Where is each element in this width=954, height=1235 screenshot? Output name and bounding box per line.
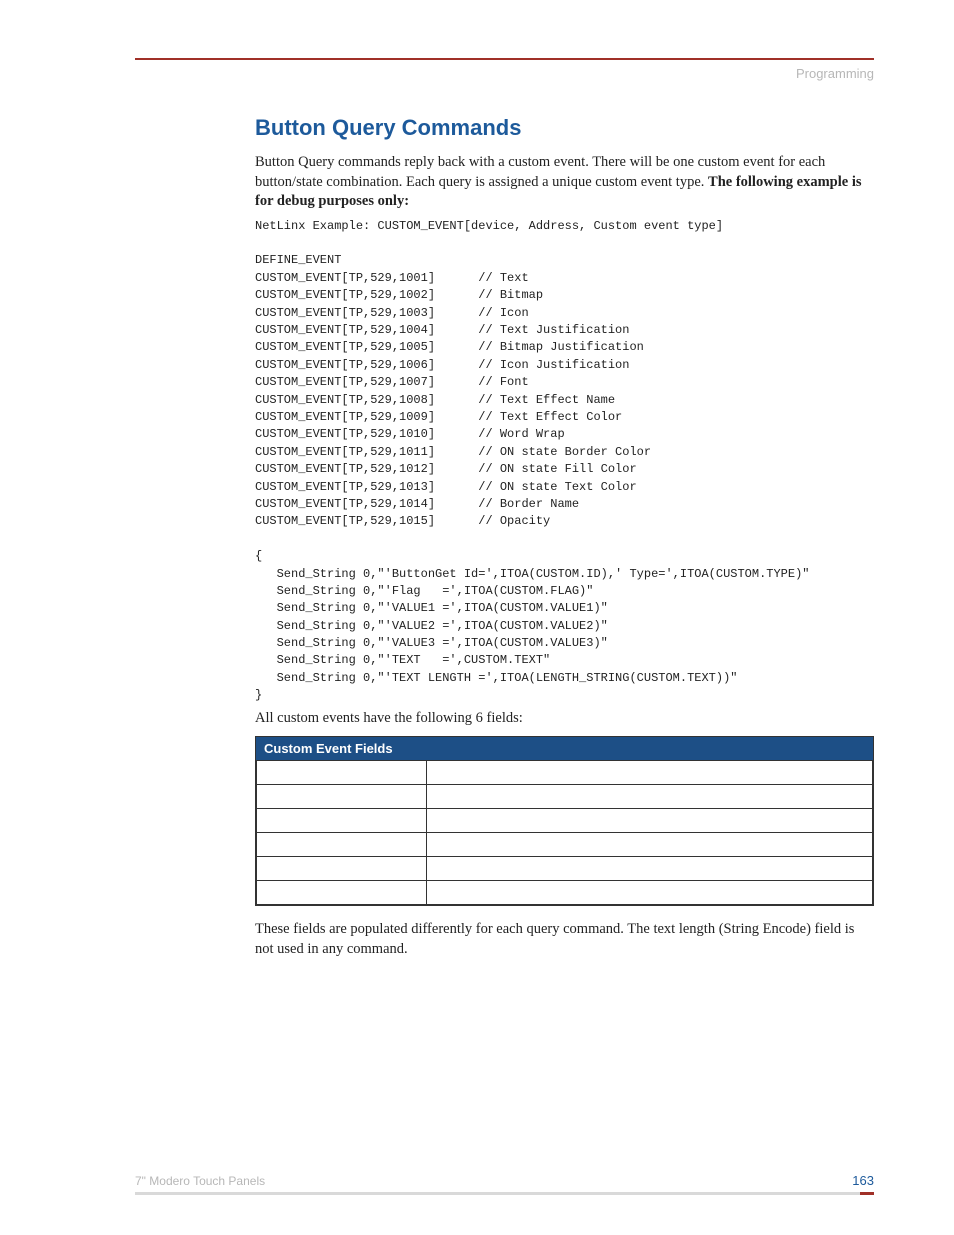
footer-product: 7" Modero Touch Panels <box>135 1174 265 1188</box>
table-row <box>257 881 873 905</box>
cell <box>257 809 427 833</box>
table-title: Custom Event Fields <box>256 737 873 760</box>
table-row <box>257 761 873 785</box>
cell <box>427 881 873 905</box>
fields-table <box>256 760 873 905</box>
table-row <box>257 809 873 833</box>
page-footer: 7" Modero Touch Panels 163 <box>135 1173 874 1195</box>
after-code-text: All custom events have the following 6 f… <box>255 709 874 729</box>
footer-row: 7" Modero Touch Panels 163 <box>135 1173 874 1188</box>
table-row <box>257 785 873 809</box>
page-title: Button Query Commands <box>255 115 874 141</box>
cell <box>427 809 873 833</box>
code-block: NetLinx Example: CUSTOM_EVENT[device, Ad… <box>255 218 874 705</box>
cell <box>427 761 873 785</box>
cell <box>427 785 873 809</box>
table-row <box>257 857 873 881</box>
custom-event-fields-table: Custom Event Fields <box>255 736 874 906</box>
top-rule <box>135 58 874 60</box>
cell <box>257 785 427 809</box>
cell <box>427 833 873 857</box>
page-number: 163 <box>852 1173 874 1188</box>
intro-paragraph: Button Query commands reply back with a … <box>255 153 874 212</box>
cell <box>257 761 427 785</box>
cell <box>257 857 427 881</box>
closing-paragraph: These fields are populated differently f… <box>255 920 874 959</box>
footer-rule <box>135 1192 874 1195</box>
cell <box>257 881 427 905</box>
page: Programming Button Query Commands Button… <box>0 0 954 1003</box>
cell <box>257 833 427 857</box>
content-area: Button Query Commands Button Query comma… <box>135 115 874 959</box>
cell <box>427 857 873 881</box>
table-row <box>257 833 873 857</box>
section-label: Programming <box>135 66 874 81</box>
